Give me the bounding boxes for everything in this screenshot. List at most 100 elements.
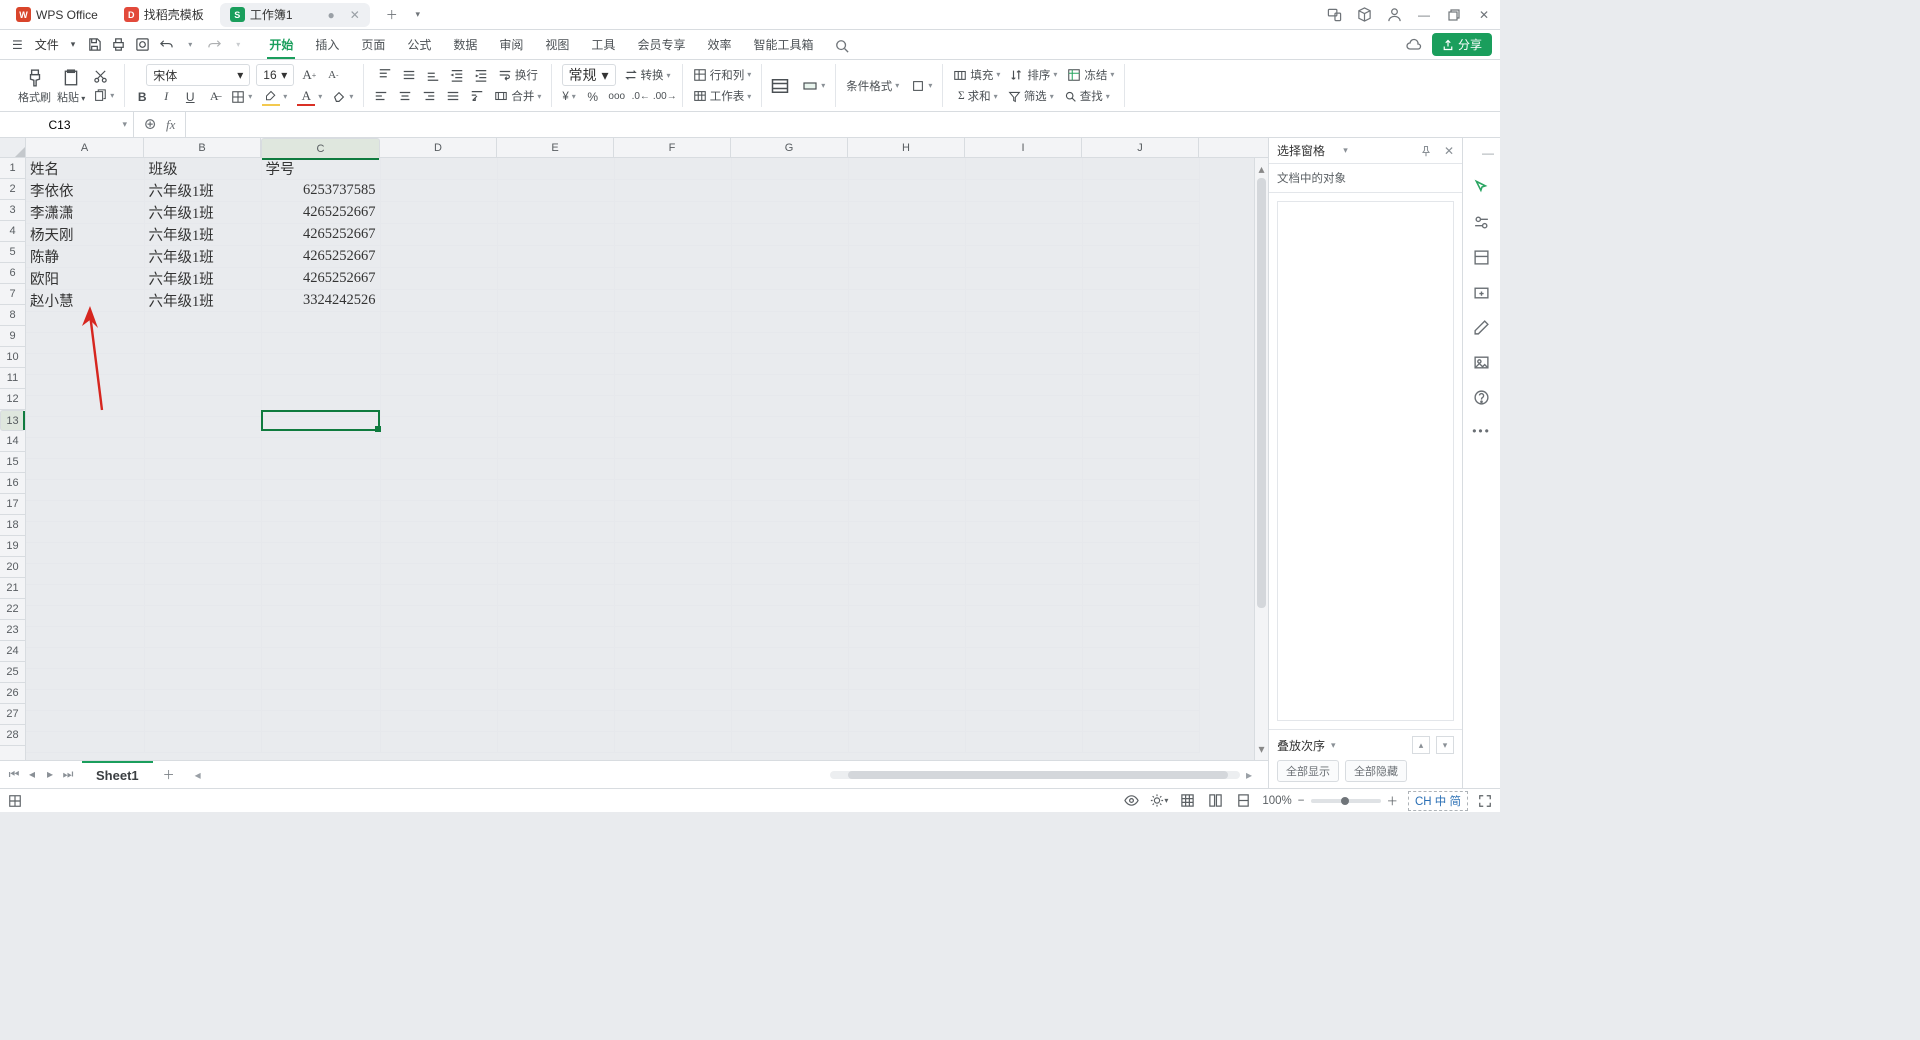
wrap-text-button[interactable]: 换行 — [496, 66, 540, 84]
cell[interactable] — [848, 501, 965, 522]
cell[interactable] — [614, 480, 731, 501]
cell[interactable] — [965, 354, 1082, 375]
ribbon-tab-data[interactable]: 数据 — [449, 36, 481, 59]
status-mode-icon[interactable] — [8, 794, 22, 808]
cell[interactable] — [965, 690, 1082, 711]
cell[interactable] — [965, 669, 1082, 690]
expand-fx-icon[interactable] — [144, 118, 158, 132]
cell[interactable] — [1082, 522, 1199, 543]
col-header-H[interactable]: H — [848, 138, 965, 157]
cell[interactable] — [965, 543, 1082, 564]
ribbon-tab-efficiency[interactable]: 效率 — [703, 36, 735, 59]
cell[interactable] — [731, 202, 848, 224]
ribbon-tab-review[interactable]: 审阅 — [495, 36, 527, 59]
pagebreak-view-icon[interactable] — [1234, 792, 1252, 810]
row-header-24[interactable]: 24 — [0, 641, 25, 662]
cell[interactable] — [380, 543, 497, 564]
cell[interactable] — [1082, 648, 1199, 669]
decrease-font-icon[interactable]: A- — [324, 66, 342, 84]
cell[interactable] — [848, 459, 965, 480]
row-col-button[interactable]: 行和列▾ — [691, 66, 754, 84]
cell[interactable] — [380, 375, 497, 396]
cell[interactable] — [965, 732, 1082, 753]
close-pane-icon[interactable]: ✕ — [1444, 144, 1454, 158]
cell[interactable] — [614, 543, 731, 564]
cell[interactable] — [965, 501, 1082, 522]
cell[interactable] — [380, 354, 497, 375]
cell[interactable] — [848, 246, 965, 268]
col-header-C[interactable]: C — [261, 138, 380, 160]
cell[interactable] — [965, 224, 1082, 246]
maximize-button[interactable] — [1444, 5, 1464, 25]
cell[interactable] — [497, 711, 614, 732]
font-size-select[interactable]: 16▾ — [256, 64, 294, 86]
cell[interactable] — [144, 438, 261, 459]
cell[interactable] — [965, 648, 1082, 669]
cell[interactable] — [380, 158, 497, 180]
ribbon-tab-member[interactable]: 会员专享 — [633, 36, 689, 59]
cell[interactable] — [380, 585, 497, 606]
redo-dropdown-icon[interactable]: ▾ — [229, 36, 247, 54]
cell[interactable] — [614, 501, 731, 522]
cell[interactable] — [380, 732, 497, 753]
ribbon-tab-tools[interactable]: 工具 — [587, 36, 619, 59]
cell[interactable] — [848, 417, 965, 438]
cell[interactable] — [497, 627, 614, 648]
save-icon[interactable] — [85, 36, 103, 54]
cell[interactable] — [731, 354, 848, 375]
cell[interactable] — [848, 180, 965, 202]
horizontal-scrollbar[interactable] — [830, 771, 1240, 779]
cell[interactable] — [380, 564, 497, 585]
cell[interactable] — [1082, 268, 1199, 290]
hscroll-left-icon[interactable]: ◂ — [195, 768, 201, 782]
decrease-decimal-icon[interactable]: .0← — [632, 88, 650, 106]
cell[interactable] — [380, 690, 497, 711]
backup-icon[interactable] — [1473, 284, 1490, 301]
cell[interactable] — [380, 711, 497, 732]
cell[interactable] — [965, 438, 1082, 459]
cell[interactable] — [1082, 501, 1199, 522]
italic-icon[interactable]: I — [157, 88, 175, 106]
col-header-I[interactable]: I — [965, 138, 1082, 157]
cell[interactable] — [848, 648, 965, 669]
row-header-1[interactable]: 1 — [0, 158, 25, 179]
cell[interactable] — [965, 290, 1082, 312]
cell[interactable] — [731, 224, 848, 246]
collapse-pane-icon[interactable]: — — [1482, 146, 1494, 160]
cell[interactable] — [380, 648, 497, 669]
select-all-corner[interactable] — [0, 138, 26, 157]
ruler-icon[interactable] — [1473, 319, 1490, 336]
cell[interactable] — [26, 627, 144, 648]
cell[interactable] — [144, 417, 261, 438]
cell[interactable] — [380, 312, 497, 333]
cond-format-button[interactable]: 条件格式▾ — [844, 77, 901, 95]
cell[interactable] — [965, 585, 1082, 606]
menu-file[interactable]: 文件 — [29, 36, 65, 53]
cell-style-button[interactable]: ▾ — [800, 77, 827, 95]
cell[interactable] — [614, 396, 731, 417]
cell[interactable] — [497, 417, 614, 438]
cell[interactable] — [497, 522, 614, 543]
ribbon-tab-insert[interactable]: 插入 — [311, 36, 343, 59]
cell[interactable] — [848, 732, 965, 753]
cell[interactable] — [614, 648, 731, 669]
cell[interactable] — [261, 585, 380, 606]
cell[interactable] — [731, 333, 848, 354]
minimize-button[interactable]: — — [1414, 5, 1434, 25]
undo-icon[interactable] — [157, 36, 175, 54]
cell[interactable] — [26, 543, 144, 564]
sort-button[interactable]: 排序▾ — [1008, 66, 1059, 84]
cell[interactable] — [614, 224, 731, 246]
cell[interactable] — [1082, 417, 1199, 438]
cell[interactable] — [26, 711, 144, 732]
cell[interactable]: 3324242526 — [261, 290, 380, 312]
cell[interactable] — [731, 501, 848, 522]
col-header-D[interactable]: D — [380, 138, 497, 157]
cell[interactable] — [614, 522, 731, 543]
cell[interactable]: 4265252667 — [261, 224, 380, 246]
font-color-icon[interactable]: A▾ — [295, 87, 324, 107]
cell[interactable] — [731, 180, 848, 202]
sheet-tab-sheet1[interactable]: Sheet1 — [82, 761, 153, 788]
cell[interactable]: 李潇潇 — [26, 202, 144, 224]
cell[interactable] — [497, 669, 614, 690]
